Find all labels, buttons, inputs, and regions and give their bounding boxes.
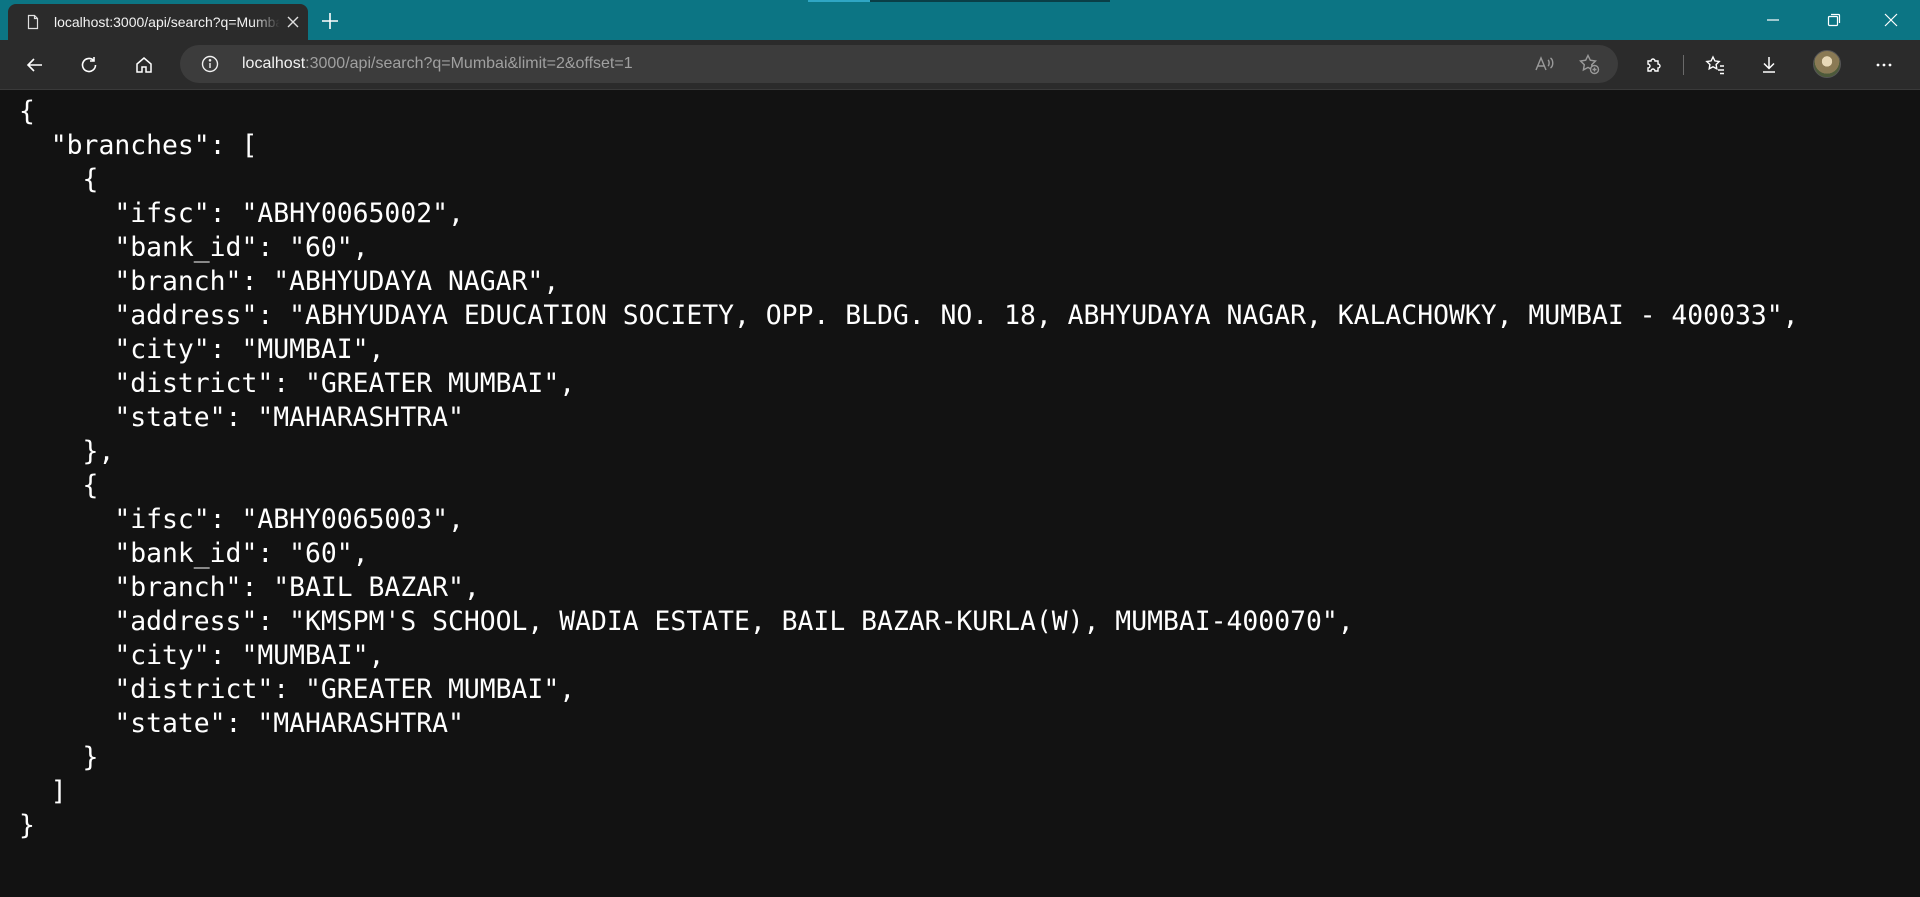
download-icon — [1763, 57, 1775, 73]
json-line: { — [19, 470, 99, 501]
json-line: "district": "GREATER MUMBAI", — [19, 368, 576, 399]
json-line: "city": "MUMBAI", — [19, 640, 385, 671]
avatar[interactable] — [1813, 50, 1841, 78]
json-response: { "branches": [ { "ifsc": "ABHY0065002",… — [19, 95, 1799, 843]
page-content: { "branches": [ { "ifsc": "ABHY0065002",… — [0, 90, 1920, 897]
json-line: "city": "MUMBAI", — [19, 334, 385, 365]
refresh-button[interactable] — [72, 48, 106, 82]
url-host: localhost — [242, 55, 306, 72]
json-line: "ifsc": "ABHY0065003", — [19, 504, 464, 535]
minimize-icon — [1767, 19, 1779, 21]
back-button[interactable] — [18, 48, 52, 82]
downloads-button[interactable] — [1752, 48, 1786, 82]
json-line: "branches": [ — [19, 130, 258, 161]
drag-region-highlight — [808, 0, 870, 2]
puzzle-icon — [1647, 58, 1661, 72]
json-line: "address": "ABHYUDAYA EDUCATION SOCIETY,… — [19, 300, 1799, 331]
title-bar: localhost:3000/api/search?q=Mumbai&limit… — [0, 0, 1920, 40]
refresh-icon — [81, 57, 97, 73]
more-icon — [1876, 63, 1892, 67]
close-window-button[interactable] — [1863, 0, 1919, 40]
json-line: { — [19, 96, 35, 127]
home-button[interactable] — [127, 48, 161, 82]
close-icon — [1884, 13, 1898, 27]
json-line: "bank_id": "60", — [19, 538, 369, 569]
star-plus-icon[interactable] — [1578, 53, 1600, 75]
json-line: "district": "GREATER MUMBAI", — [19, 674, 576, 705]
extensions-button[interactable] — [1637, 48, 1671, 82]
home-icon — [136, 57, 152, 73]
close-icon[interactable] — [285, 14, 301, 30]
favorites-icon — [1705, 55, 1724, 75]
json-line: "state": "MAHARASHTRA" — [19, 708, 464, 739]
json-line: } — [19, 810, 35, 841]
page-icon — [25, 14, 41, 30]
browser-toolbar: localhost:3000/api/search?q=Mumbai&limit… — [0, 40, 1920, 90]
json-line: "address": "KMSPM'S SCHOOL, WADIA ESTATE… — [19, 606, 1354, 637]
restore-icon — [1827, 13, 1841, 27]
json-line: ] — [19, 776, 67, 807]
json-line: "bank_id": "60", — [19, 232, 369, 263]
tab-title: localhost:3000/api/search?q=Mumbai&limit… — [54, 14, 280, 30]
drag-region-shadow — [870, 0, 1110, 2]
favorites-button[interactable] — [1698, 48, 1732, 82]
minimize-button[interactable] — [1745, 0, 1801, 40]
read-aloud-icon[interactable] — [1533, 53, 1555, 75]
json-line: "branch": "ABHYUDAYA NAGAR", — [19, 266, 560, 297]
json-line: } — [19, 742, 99, 773]
json-line: { — [19, 164, 99, 195]
url-text[interactable]: localhost:3000/api/search?q=Mumbai&limit… — [242, 55, 633, 73]
info-icon[interactable] — [201, 55, 219, 73]
toolbar-divider — [1683, 55, 1684, 75]
url-path: :3000/api/search?q=Mumbai&limit=2&offset… — [305, 55, 633, 72]
json-line: }, — [19, 436, 115, 467]
json-line: "ifsc": "ABHY0065002", — [19, 198, 464, 229]
restore-button[interactable] — [1806, 0, 1862, 40]
back-arrow-icon — [26, 58, 42, 72]
menu-button[interactable] — [1867, 48, 1901, 82]
plus-icon[interactable] — [317, 8, 343, 34]
json-line: "branch": "BAIL BAZAR", — [19, 572, 480, 603]
browser-tab[interactable]: localhost:3000/api/search?q=Mumbai&limit… — [8, 4, 308, 40]
address-bar[interactable]: localhost:3000/api/search?q=Mumbai&limit… — [180, 45, 1618, 83]
json-line: "state": "MAHARASHTRA" — [19, 402, 464, 433]
